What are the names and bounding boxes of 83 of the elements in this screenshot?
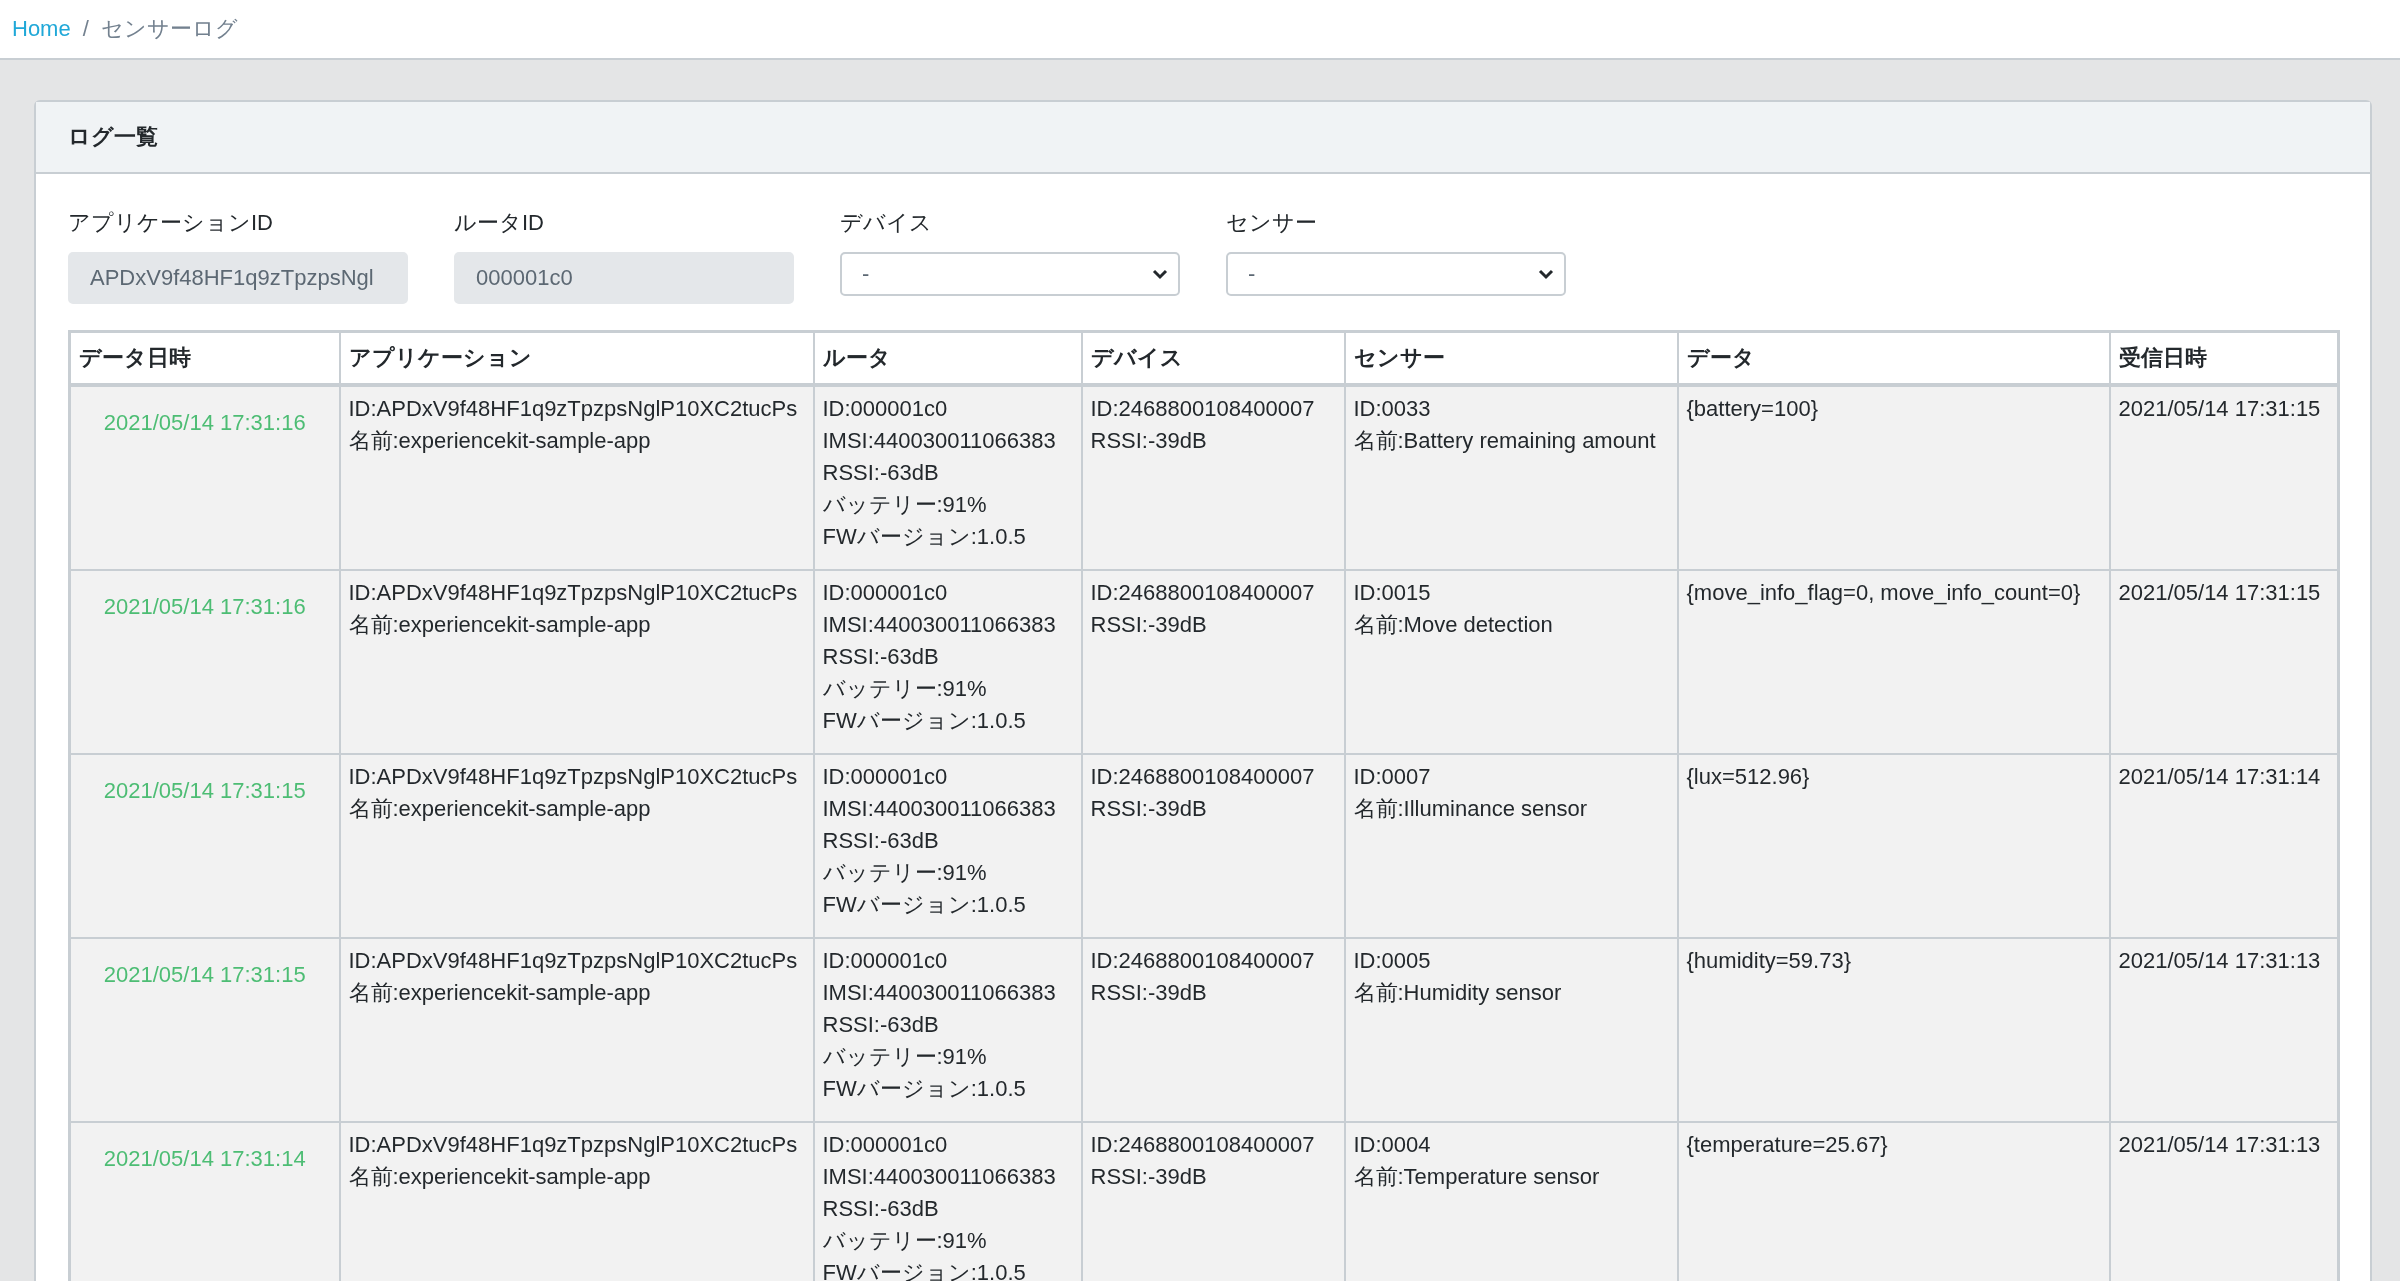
breadcrumb-separator: /: [82, 16, 89, 42]
router-info: RSSI:-63dB: [822, 1195, 940, 1223]
application-info: 名前:experiencekit-sample-app: [348, 427, 652, 455]
router-info: RSSI:-63dB: [822, 1011, 940, 1039]
select-field[interactable]: -: [1226, 252, 1566, 296]
router-info: ID:000001c0: [822, 579, 949, 607]
sensor-info: 名前:Humidity sensor: [1353, 979, 1563, 1007]
device-info: ID:2468800108400007: [1090, 579, 1316, 607]
router-info: RSSI:-63dB: [822, 643, 940, 671]
device-info: ID:2468800108400007: [1090, 763, 1316, 791]
router-info: バッテリー:91%: [822, 1227, 988, 1255]
data-time-link[interactable]: 2021/05/14 17:31:15: [103, 778, 306, 803]
field-label: センサー: [1226, 209, 1318, 237]
application-info: ID:APDxV9f48HF1q9zTpzpsNglP10XC2tucPs: [348, 763, 799, 791]
router-info: ID:000001c0: [822, 395, 949, 423]
device-info: RSSI:-39dB: [1090, 979, 1208, 1007]
data-value: {lux=512.96}: [1686, 763, 1811, 791]
data-value: {battery=100}: [1686, 395, 1819, 423]
chevron-down-icon: [1152, 268, 1168, 280]
router-info: バッテリー:91%: [822, 859, 988, 887]
application-info: 名前:experiencekit-sample-app: [348, 611, 652, 639]
received-time: 2021/05/14 17:31:14: [2118, 763, 2322, 791]
application-info: ID:APDxV9f48HF1q9zTpzpsNglP10XC2tucPs: [348, 395, 799, 423]
router-info: FWバージョン:1.0.5: [822, 707, 1027, 735]
device-info: ID:2468800108400007: [1090, 1131, 1316, 1159]
router-info: IMSI:440030011066383: [822, 795, 1057, 823]
received-time: 2021/05/14 17:31:13: [2118, 947, 2322, 975]
data-value: {humidity=59.73}: [1686, 947, 1853, 975]
field-label: アプリケーションID: [68, 209, 274, 237]
router-info: バッテリー:91%: [822, 1043, 988, 1071]
sensor-info: 名前:Illuminance sensor: [1353, 795, 1589, 823]
router-info: RSSI:-63dB: [822, 459, 940, 487]
router-info: IMSI:440030011066383: [822, 427, 1057, 455]
data-time-link[interactable]: 2021/05/14 17:31:16: [103, 410, 306, 435]
application-info: 名前:experiencekit-sample-app: [348, 795, 652, 823]
application-info: ID:APDxV9f48HF1q9zTpzpsNglP10XC2tucPs: [348, 579, 799, 607]
data-time-link[interactable]: 2021/05/14 17:31:16: [103, 594, 306, 619]
application-info: ID:APDxV9f48HF1q9zTpzpsNglP10XC2tucPs: [348, 947, 799, 975]
sensor-info: ID:0033: [1353, 395, 1432, 423]
router-info: バッテリー:91%: [822, 491, 988, 519]
router-info: IMSI:440030011066383: [822, 611, 1057, 639]
received-time: 2021/05/14 17:31:13: [2118, 1131, 2322, 1159]
device-info: RSSI:-39dB: [1090, 795, 1208, 823]
application-info: 名前:experiencekit-sample-app: [348, 979, 652, 1007]
received-time: 2021/05/14 17:31:15: [2118, 395, 2322, 423]
router-info: IMSI:440030011066383: [822, 979, 1057, 1007]
sensor-info: ID:0005: [1353, 947, 1432, 975]
sensor-info: ID:0004: [1353, 1131, 1432, 1159]
device-info: RSSI:-39dB: [1090, 1163, 1208, 1191]
sensor-info: 名前:Temperature sensor: [1353, 1163, 1601, 1191]
card-title: ログ一覧: [36, 102, 2370, 174]
router-info: RSSI:-63dB: [822, 827, 940, 855]
breadcrumb-link[interactable]: Home: [12, 16, 71, 42]
data-time-link[interactable]: 2021/05/14 17:31:14: [103, 1146, 306, 1171]
data-time-link[interactable]: 2021/05/14 17:31:15: [103, 962, 306, 987]
device-info: ID:2468800108400007: [1090, 395, 1316, 423]
device-info: ID:2468800108400007: [1090, 947, 1316, 975]
sensor-info: ID:0015: [1353, 579, 1432, 607]
router-info: ID:000001c0: [822, 947, 949, 975]
device-info: RSSI:-39dB: [1090, 427, 1208, 455]
field-label: デバイス: [840, 209, 933, 237]
sensor-info: 名前:Move detection: [1353, 611, 1554, 639]
data-value: {move_info_flag=0, move_info_count=0}: [1686, 579, 2082, 607]
device-info: RSSI:-39dB: [1090, 611, 1208, 639]
router-info: FWバージョン:1.0.5: [822, 523, 1027, 551]
input-field: APDxV9f48HF1q9zTpzpsNgl: [68, 252, 408, 304]
router-info: FWバージョン:1.0.5: [822, 891, 1027, 919]
router-info: バッテリー:91%: [822, 675, 988, 703]
router-info: FWバージョン:1.0.5: [822, 1075, 1027, 1103]
received-time: 2021/05/14 17:31:15: [2118, 579, 2322, 607]
breadcrumb-current: センサーログ: [100, 15, 238, 43]
sensor-info: ID:0007: [1353, 763, 1432, 791]
application-info: ID:APDxV9f48HF1q9zTpzpsNglP10XC2tucPs: [348, 1131, 799, 1159]
sensor-info: 名前:Battery remaining amount: [1353, 427, 1657, 455]
input-field: 000001c0: [454, 252, 794, 304]
application-info: 名前:experiencekit-sample-app: [348, 1163, 652, 1191]
data-value: {temperature=25.67}: [1686, 1131, 1889, 1159]
chevron-down-icon: [1538, 268, 1554, 280]
field-label: ルータID: [454, 209, 545, 237]
router-info: ID:000001c0: [822, 763, 949, 791]
router-info: IMSI:440030011066383: [822, 1163, 1057, 1191]
select-field[interactable]: -: [840, 252, 1180, 296]
router-info: ID:000001c0: [822, 1131, 949, 1159]
